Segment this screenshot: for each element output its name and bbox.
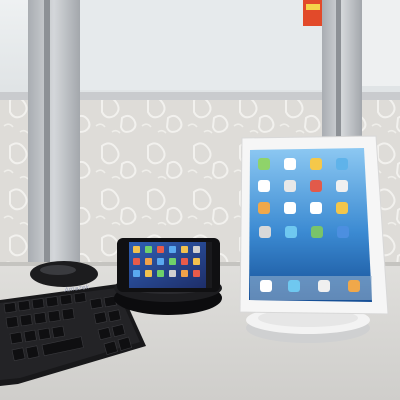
smartphone xyxy=(117,238,220,292)
scene-illustration xyxy=(0,0,400,400)
aluminum-frame-left xyxy=(28,0,80,275)
white-tablet xyxy=(239,135,389,315)
photo-scene: Amazek xyxy=(0,0,400,400)
sticky-note xyxy=(303,0,323,26)
